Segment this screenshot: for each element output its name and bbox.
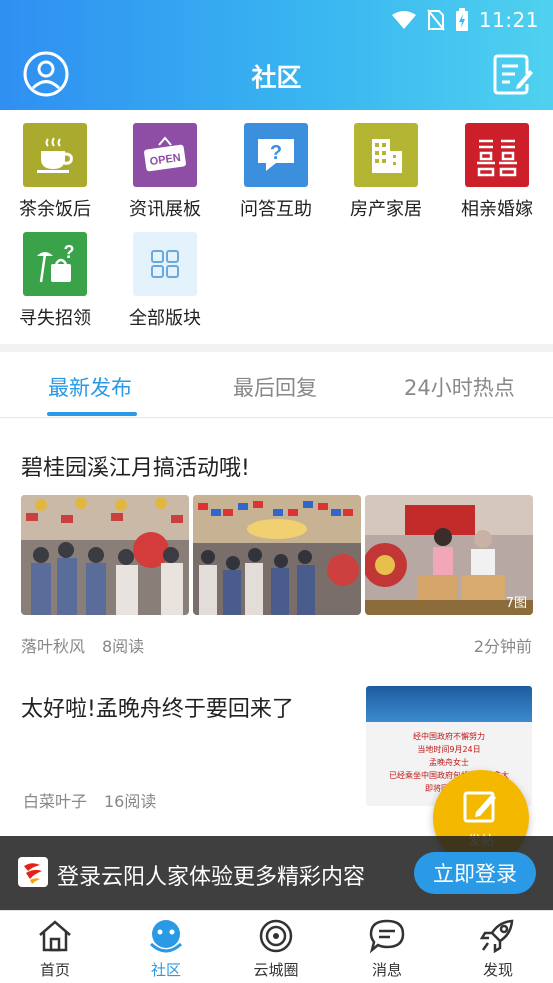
category-label: 房产家居 — [350, 199, 422, 220]
nav-home[interactable]: 首页 — [5, 917, 105, 980]
post-photo[interactable] — [21, 495, 189, 615]
nav-label: 发现 — [482, 961, 513, 979]
category-label: 寻失招领 — [19, 308, 91, 329]
rocket-icon — [479, 919, 514, 954]
circle-icon — [259, 919, 293, 953]
tab-last-reply[interactable]: 最后回复 — [233, 372, 317, 402]
bottom-nav: 首页 社区 云城圈 消息 发现 — [0, 910, 553, 983]
feed-tabs: 最新发布 最后回复 24小时热点 — [0, 352, 553, 418]
double-happiness-icon — [465, 123, 529, 187]
nav-discover[interactable]: 发现 — [448, 917, 548, 980]
post-author: 白菜叶子 — [23, 792, 88, 811]
post-reads: 16阅读 — [104, 792, 157, 811]
tab-24h-hot[interactable]: 24小时热点 — [404, 372, 515, 402]
category-label: 问答互助 — [240, 199, 312, 220]
battery-charging-icon — [455, 8, 468, 31]
category-label: 茶余饭后 — [19, 199, 91, 220]
edit-icon — [463, 791, 496, 822]
category-label: 全部版块 — [129, 308, 201, 329]
thumbnail-header — [366, 686, 532, 722]
category-dating[interactable]: 相亲婚嫁 — [447, 123, 547, 221]
community-screen: 11:21 社区 茶余饭后 OPEN 资讯展板 ? 问答互助 房产家居 相亲婚嫁… — [0, 0, 553, 983]
post-title: 太好啦!孟晚舟终于要回来了 — [21, 697, 294, 722]
nav-label: 首页 — [39, 961, 70, 979]
nav-label: 云城圈 — [253, 961, 299, 979]
login-banner: 登录云阳人家体验更多精彩内容 立即登录 — [0, 836, 553, 910]
nav-messages[interactable]: 消息 — [337, 917, 437, 980]
open-sign-icon: OPEN — [133, 123, 197, 187]
category-news[interactable]: OPEN 资讯展板 — [115, 123, 215, 221]
no-sim-icon — [427, 9, 445, 31]
category-realestate[interactable]: 房产家居 — [336, 123, 436, 221]
tab-latest[interactable]: 最新发布 — [48, 372, 132, 402]
community-icon — [149, 920, 183, 953]
compose-icon[interactable] — [493, 52, 533, 96]
login-prompt: 登录云阳人家体验更多精彩内容 — [57, 865, 366, 890]
grid-icon — [133, 232, 197, 296]
building-icon — [354, 123, 418, 187]
app-logo-icon — [18, 857, 48, 887]
image-count-badge: 7图 — [505, 596, 527, 611]
svg-text:?: ? — [270, 142, 282, 164]
post-time: 2分钟前 — [473, 637, 532, 656]
coffee-cup-icon — [23, 123, 87, 187]
nav-community[interactable]: 社区 — [116, 917, 216, 980]
home-icon — [39, 920, 71, 952]
section-divider — [0, 344, 553, 352]
category-qa[interactable]: ? 问答互助 — [226, 123, 326, 221]
login-button[interactable]: 立即登录 — [414, 852, 536, 894]
wifi-icon — [391, 11, 416, 29]
tab-indicator — [47, 412, 137, 416]
category-label: 资讯展板 — [129, 199, 201, 220]
category-grid: 茶余饭后 OPEN 资讯展板 ? 问答互助 房产家居 相亲婚嫁 ? 寻失招领 全… — [0, 110, 553, 344]
app-header: 11:21 社区 — [0, 0, 553, 110]
post-item[interactable]: 碧桂园溪江月搞活动哦! 7图 落叶秋风 8阅读 2分钟前 — [0, 418, 553, 666]
lost-found-icon: ? — [23, 232, 87, 296]
svg-text:?: ? — [64, 242, 75, 262]
post-photo[interactable]: 7图 — [365, 495, 533, 615]
post-title: 碧桂园溪江月搞活动哦! — [21, 456, 250, 481]
category-label: 相亲婚嫁 — [461, 199, 533, 220]
nav-cloud-circle[interactable]: 云城圈 — [226, 917, 326, 980]
message-icon — [369, 919, 405, 954]
category-chat[interactable]: 茶余饭后 — [5, 123, 105, 221]
status-time: 11:21 — [478, 8, 539, 32]
page-title: 社区 — [251, 63, 302, 92]
nav-label: 消息 — [371, 961, 402, 979]
post-photo[interactable] — [193, 495, 361, 615]
question-bubble-icon: ? — [244, 123, 308, 187]
post-author: 落叶秋风 — [21, 637, 86, 656]
nav-label: 社区 — [150, 961, 181, 979]
category-all[interactable]: 全部版块 — [115, 232, 215, 330]
status-bar: 11:21 — [391, 8, 539, 32]
post-reads: 8阅读 — [102, 637, 145, 656]
category-lostfound[interactable]: ? 寻失招领 — [5, 232, 105, 330]
